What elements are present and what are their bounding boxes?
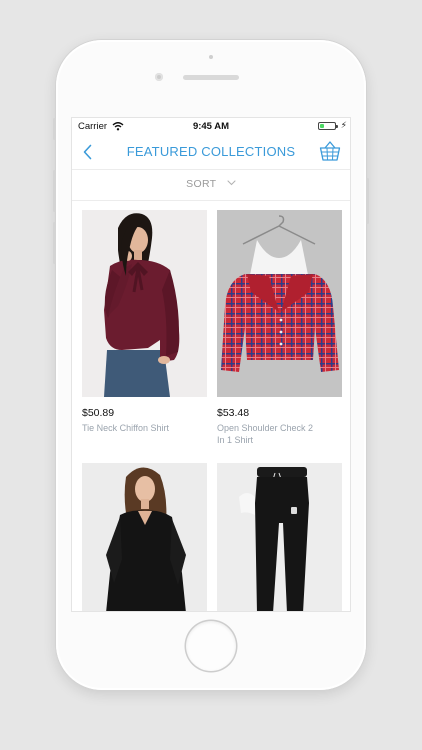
- product-image: [82, 210, 207, 397]
- status-bar: Carrier 9:45 AM ⚡: [72, 118, 350, 135]
- product-price: $53.48: [217, 407, 250, 419]
- charging-bolt-icon: ⚡: [340, 120, 347, 130]
- product-card[interactable]: $50.89 Tie Neck Chiffon Shirt: [82, 210, 207, 434]
- earpiece-speaker: [183, 75, 239, 80]
- volume-down-button: [53, 222, 56, 264]
- page-title: FEATURED COLLECTIONS: [126, 144, 296, 159]
- product-image: [82, 463, 207, 611]
- sort-button[interactable]: SORT: [72, 170, 350, 201]
- sort-label: SORT: [186, 178, 217, 190]
- product-card[interactable]: [217, 463, 342, 611]
- phone-frame: Carrier 9:45 AM ⚡ FEATURED COLLECTIONS S…: [53, 40, 369, 690]
- front-camera: [155, 73, 163, 81]
- product-name: Open Shoulder Check 2 In 1 Shirt: [217, 423, 314, 445]
- home-button[interactable]: [186, 621, 236, 671]
- product-image: [217, 210, 342, 397]
- product-price: $50.89: [82, 407, 115, 419]
- product-card[interactable]: [82, 463, 207, 611]
- mute-switch: [53, 118, 56, 140]
- nav-bar: FEATURED COLLECTIONS: [72, 135, 350, 170]
- app-screen: Carrier 9:45 AM ⚡ FEATURED COLLECTIONS S…: [71, 117, 351, 612]
- battery-icon: [318, 122, 338, 130]
- product-image: [217, 463, 342, 611]
- chevron-down-icon: [227, 180, 236, 186]
- battery-cap: [336, 125, 338, 128]
- status-time: 9:45 AM: [192, 121, 230, 132]
- volume-up-button: [53, 170, 56, 212]
- battery-fill: [320, 124, 324, 128]
- basket-icon[interactable]: [318, 139, 342, 163]
- product-name: Tie Neck Chiffon Shirt: [82, 423, 170, 433]
- proximity-sensor: [209, 55, 213, 59]
- product-card[interactable]: $53.48 Open Shoulder Check 2 In 1 Shirt: [217, 210, 342, 446]
- power-button: [366, 178, 369, 224]
